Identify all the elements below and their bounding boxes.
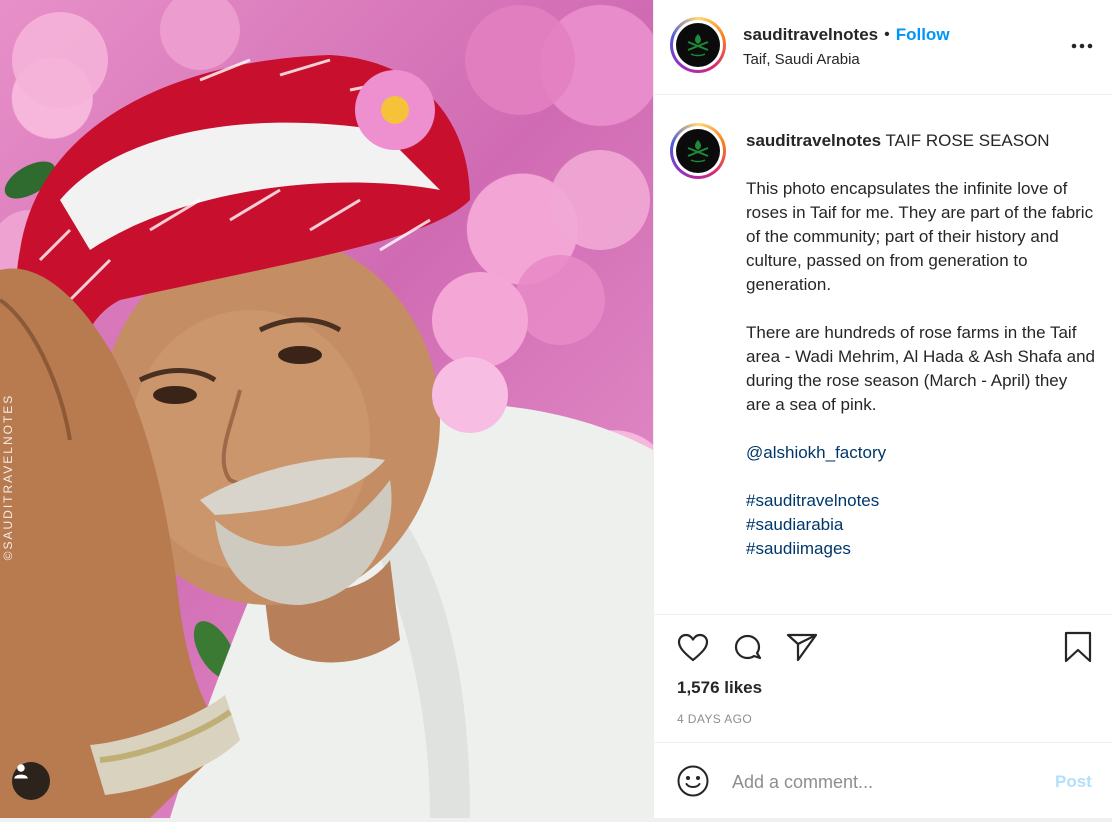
comment-bar: Post [654,742,1112,818]
photo-illustration [0,0,653,818]
separator-dot: • [884,26,890,43]
caption-section[interactable]: sauditravelnotes TAIF ROSE SEASON This p… [654,96,1112,614]
send-icon [786,633,818,662]
caption-text: sauditravelnotes TAIF ROSE SEASON This p… [746,129,1096,585]
likes-count[interactable]: 1,576 likes [677,678,762,698]
more-options-button[interactable] [1068,32,1096,60]
heart-icon [677,633,709,662]
header-username[interactable]: sauditravelnotes [743,25,878,45]
caption-avatar[interactable] [670,123,726,179]
location-link[interactable]: Taif, Saudi Arabia [743,51,860,68]
mention-link[interactable]: @alshiokh_factory [746,441,1096,465]
hashtag-link[interactable]: #sauditravelnotes [746,489,1096,513]
more-horizontal-icon [1071,43,1093,49]
header-user-row: sauditravelnotes • Follow [743,25,950,45]
bottom-divider [0,818,1112,822]
profile-picture [676,23,720,67]
post-details-panel: sauditravelnotes • Follow Taif, Saudi Ar… [653,0,1112,818]
caption-paragraph: There are hundreds of rose farms in the … [746,323,1095,414]
bookmark-icon [1064,631,1092,663]
emoji-icon [677,765,709,797]
comment-icon [734,634,762,660]
person-icon [14,764,28,779]
follow-button[interactable]: Follow [896,25,950,45]
hashtag-link[interactable]: #saudiarabia [746,513,1096,537]
tagged-users-button[interactable] [12,762,50,800]
caption-username[interactable]: sauditravelnotes [746,131,881,150]
profile-picture [676,129,720,173]
save-button[interactable] [1060,629,1096,665]
avatar[interactable] [670,17,726,73]
post-comment-button[interactable]: Post [1055,772,1092,792]
hashtag-link[interactable]: #saudiimages [746,537,1096,561]
post-date[interactable]: 4 DAYS AGO [677,712,752,726]
post-header: sauditravelnotes • Follow Taif, Saudi Ar… [654,0,1112,95]
caption-title: TAIF ROSE SEASON [885,131,1050,150]
emblem-icon [687,140,709,163]
caption-paragraph: This photo encapsulates the infinite lov… [746,179,1094,294]
emblem-icon [687,34,709,57]
share-button[interactable] [784,629,820,665]
photo-watermark: ©SAUDITRAVELNOTES [1,393,15,561]
post-photo[interactable]: ©SAUDITRAVELNOTES [0,0,653,818]
post-actions: 1,576 likes 4 DAYS AGO [654,614,1112,742]
emoji-button[interactable] [675,763,711,799]
comment-button[interactable] [730,630,766,666]
like-button[interactable] [675,630,711,666]
comment-input[interactable] [732,767,1032,797]
